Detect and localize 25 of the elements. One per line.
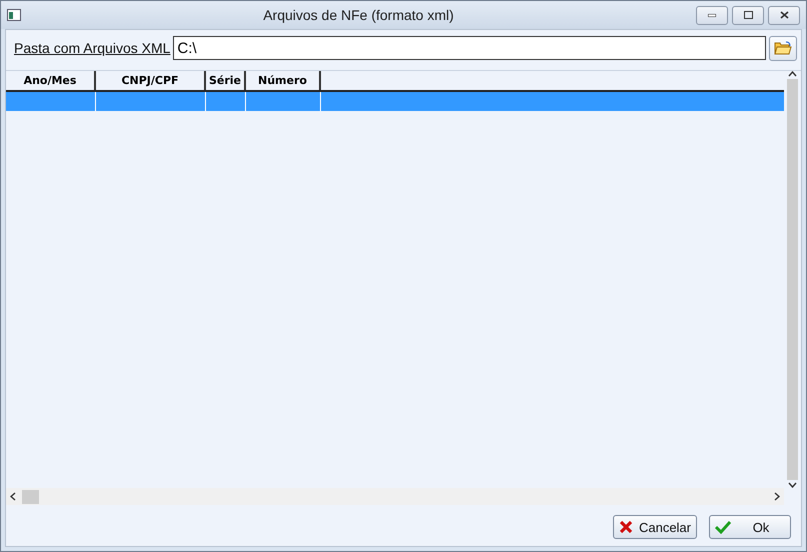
column-header[interactable]: Número xyxy=(246,71,321,90)
scroll-right-icon[interactable] xyxy=(774,492,780,501)
maximize-button[interactable] xyxy=(732,6,764,24)
window-title: Arquivos de NFe (formato xml) xyxy=(262,7,455,23)
check-icon xyxy=(715,520,731,534)
vertical-scrollbar[interactable] xyxy=(787,79,798,480)
minimize-icon xyxy=(708,14,716,16)
folder-icon xyxy=(774,41,792,55)
close-button[interactable] xyxy=(768,6,800,24)
column-header[interactable]: Ano/Mes xyxy=(6,71,96,90)
folder-path-field[interactable]: C:\ xyxy=(173,36,766,60)
scroll-up-icon[interactable] xyxy=(788,71,797,77)
ok-button[interactable]: Ok xyxy=(709,515,791,539)
browse-folder-button[interactable] xyxy=(769,36,797,60)
close-icon xyxy=(780,11,788,19)
column-header[interactable]: Série xyxy=(206,71,246,90)
cross-icon xyxy=(618,520,633,534)
folder-label: Pasta com Arquivos XML xyxy=(14,40,170,56)
app-icon xyxy=(7,9,21,21)
maximize-icon xyxy=(744,11,752,19)
horizontal-scroll-thumb[interactable] xyxy=(22,490,39,504)
column-header[interactable]: CNPJ/CPF xyxy=(96,71,206,90)
cancel-button[interactable]: Cancelar xyxy=(612,515,697,539)
scroll-down-icon[interactable] xyxy=(788,482,797,488)
scroll-left-icon[interactable] xyxy=(10,492,16,501)
